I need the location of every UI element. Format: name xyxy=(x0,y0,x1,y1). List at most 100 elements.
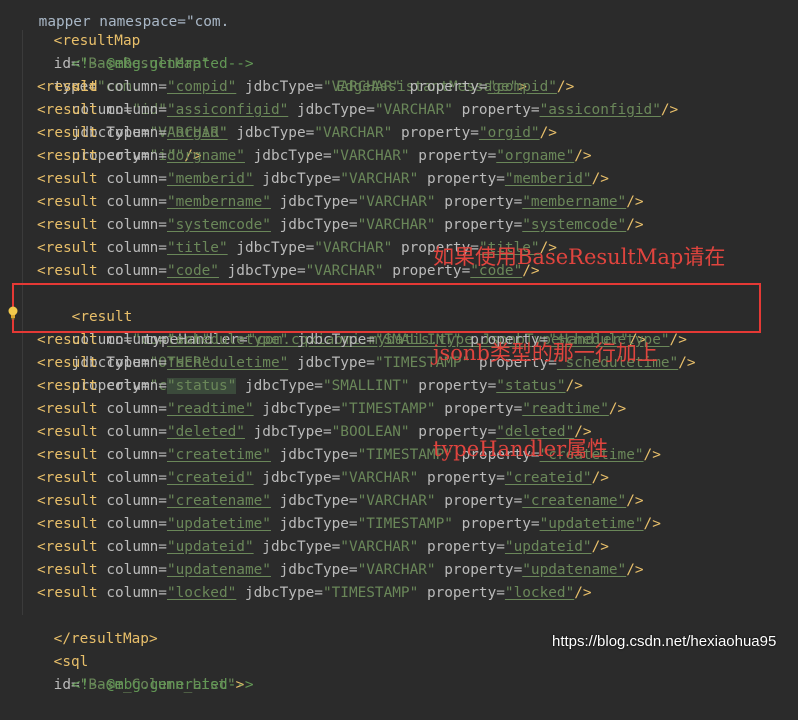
result-tag: <result xyxy=(37,355,98,371)
jdbc-attr: jdbcType= xyxy=(244,378,323,394)
results-result-line: <result column="orgname" jdbcType="VARCH… xyxy=(37,145,592,168)
annotation-line-3: typeHandler属性 xyxy=(433,437,609,461)
code-editor[interactable]: mapper namespace="com. <resultMap id="Ba… xyxy=(0,0,798,693)
column-attr: column= xyxy=(106,424,167,440)
column-value: "updatename" xyxy=(166,562,271,578)
jdbc-value: "VARCHAR" xyxy=(357,217,436,233)
jdbc-value: "VARCHAR" xyxy=(314,240,393,256)
column-attr: column= xyxy=(106,240,167,256)
jdbc-value: "VARCHAR" xyxy=(340,171,419,187)
column-attr: column= xyxy=(106,79,167,95)
property-attr: property= xyxy=(426,539,505,555)
result-tag: <result xyxy=(37,516,98,532)
annotation-line-1: 如果使用BaseResultMap请在 xyxy=(433,245,726,269)
column-value: "readtime" xyxy=(166,401,254,417)
column-value: "code" xyxy=(166,263,219,279)
column-value: "updateid" xyxy=(166,539,254,555)
column-value: "updatetime" xyxy=(166,516,271,532)
jdbc-value: "VARCHAR" xyxy=(314,125,393,141)
jdbc-attr: jdbcType= xyxy=(279,493,358,509)
column-attr: column= xyxy=(106,516,167,532)
result-tag: <result xyxy=(37,493,98,509)
column-value: "createtime" xyxy=(166,447,271,463)
column-value: "membername" xyxy=(166,194,271,210)
results_after-result-line: <result column="updatename" jdbcType="VA… xyxy=(37,559,644,582)
column-value: "scheduletime" xyxy=(166,355,289,371)
column-value: "createname" xyxy=(166,493,271,509)
column-attr: column= xyxy=(106,470,167,486)
property-value: "locked" xyxy=(504,585,575,601)
jdbc-value: "VARCHAR" xyxy=(322,79,401,95)
self-close: /> xyxy=(660,102,679,118)
column-attr: column= xyxy=(106,562,167,578)
jdbc-attr: jdbcType= xyxy=(296,355,375,371)
jdbc-value: "VARCHAR" xyxy=(340,470,419,486)
resultmap-close-line: </resultMap> xyxy=(19,605,158,647)
self-close: /> xyxy=(574,585,592,601)
sql-line: <sql id="Base_Column_List"> xyxy=(19,628,245,693)
annotation-line-2: jsonb类型的那一行加上 xyxy=(433,341,658,365)
column-value: "createid" xyxy=(166,470,254,486)
column-attr: column= xyxy=(106,378,167,394)
jdbc-value: "TIMESTAMP" xyxy=(340,401,436,417)
property-value: "updatename" xyxy=(522,562,627,578)
result-tag: <result xyxy=(37,171,98,187)
jdbc-attr: jdbcType= xyxy=(262,470,341,486)
result-tag: <result xyxy=(37,217,98,233)
results-result-line: <result column="assiconfigid" jdbcType="… xyxy=(37,99,678,122)
lightbulb-icon[interactable] xyxy=(7,306,19,320)
column-value: "orgname" xyxy=(166,148,245,164)
property-attr: property= xyxy=(409,79,488,95)
property-value: "compid" xyxy=(487,79,557,95)
result-tag: <result xyxy=(37,401,98,417)
self-close: /> xyxy=(591,539,609,555)
result-tag: <result xyxy=(37,194,98,210)
jdbc-value: "TIMESTAMP" xyxy=(322,585,419,601)
result-tag: <result xyxy=(37,125,98,141)
result-tag: <result xyxy=(37,539,98,555)
bottom-comment: <!--@mbg.generated--> xyxy=(71,677,254,693)
column-attr: column= xyxy=(106,263,167,279)
column-attr: column= xyxy=(106,401,167,417)
jdbc-value: "VARCHAR" xyxy=(357,493,436,509)
comment-line: <!--@mbg.generated--> xyxy=(37,30,254,72)
column-attr: column= xyxy=(106,125,167,141)
column-attr: column= xyxy=(106,447,167,463)
column-value: "assiconfigid" xyxy=(166,102,289,118)
column-value: "memberid" xyxy=(166,171,254,187)
jdbc-value: "VARCHAR" xyxy=(357,194,436,210)
column-attr: column= xyxy=(106,539,167,555)
column-value: "compid" xyxy=(166,79,237,95)
column-value: "status" xyxy=(166,378,237,394)
jdbc-value: "VARCHAR" xyxy=(374,102,453,118)
result-tag: <result xyxy=(37,102,98,118)
jdbc-value: "VARCHAR" xyxy=(305,263,384,279)
id-line: <id column="id" jdbcType="VARCHAR" prope… xyxy=(37,53,228,164)
column-value: "systemcode" xyxy=(166,217,271,233)
result-tag: <result xyxy=(37,240,98,256)
property-attr: property= xyxy=(400,125,479,141)
watermark-text: https://blog.csdn.net/hexiaohua95 xyxy=(552,633,777,650)
annotation-text: 如果使用BaseResultMap请在 jsonb类型的那一行加上 typeHa… xyxy=(433,177,725,529)
result-tag: <result xyxy=(37,447,98,463)
column-attr: column= xyxy=(106,102,167,118)
results-result-line: <result column="orgid" jdbcType="VARCHAR… xyxy=(37,122,557,145)
column-attr: column= xyxy=(106,332,167,348)
result-tag: <result xyxy=(37,332,98,348)
column-value: "deleted" xyxy=(166,424,245,440)
jdbc-attr: jdbcType= xyxy=(279,217,358,233)
jdbc-attr: jdbcType= xyxy=(244,585,323,601)
column-value: "scheduletype" xyxy=(166,332,289,348)
column-attr: column= xyxy=(106,217,167,233)
property-attr: property= xyxy=(444,562,523,578)
jdbc-value: "VARCHAR" xyxy=(331,148,410,164)
result-tag: <result xyxy=(37,79,98,95)
result-tag: <result xyxy=(37,263,98,279)
jdbc-value: "SMALLINT" xyxy=(322,378,410,394)
column-attr: column= xyxy=(106,493,167,509)
column-attr: column= xyxy=(106,171,167,187)
result-tag: <result xyxy=(37,148,98,164)
property-value: "orgid" xyxy=(478,125,540,141)
column-value: "orgid" xyxy=(166,125,228,141)
column-attr: column= xyxy=(106,148,167,164)
